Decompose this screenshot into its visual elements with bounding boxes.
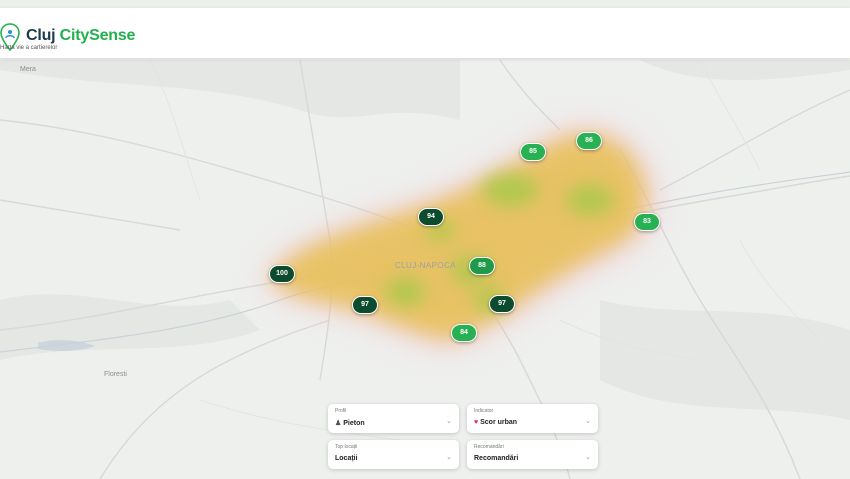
place-label-floresti: Floresti bbox=[104, 371, 127, 378]
chevron-down-icon: ⌄ bbox=[585, 418, 591, 425]
score-marker[interactable]: 85 bbox=[520, 143, 546, 161]
score-marker[interactable]: 86 bbox=[576, 132, 602, 150]
top-locations-value: Locații bbox=[335, 455, 358, 462]
score-marker[interactable]: 100 bbox=[269, 265, 295, 283]
city-label: CLUJ-NAPOCA bbox=[395, 261, 456, 270]
score-marker[interactable]: 97 bbox=[489, 295, 515, 313]
recommendations-value: Recomandări bbox=[474, 455, 519, 462]
brand-citysense: CitySense bbox=[59, 27, 136, 44]
recommendations-label: Recomandări bbox=[474, 444, 504, 450]
top-locations-select[interactable]: Top locații Locații ⌄ bbox=[328, 440, 459, 469]
pedestrian-icon: ♟ bbox=[335, 420, 342, 427]
brand-cluj: Cluj bbox=[26, 27, 56, 44]
indicator-value: ♥ Scor urban bbox=[474, 419, 518, 426]
chevron-down-icon: ⌄ bbox=[585, 454, 591, 461]
score-marker[interactable]: 84 bbox=[451, 324, 477, 342]
indicator-select[interactable]: Indicator ♥ Scor urban ⌄ bbox=[467, 404, 598, 433]
score-marker[interactable]: 97 bbox=[352, 296, 378, 314]
app-header: Cluj CitySense bbox=[0, 8, 850, 58]
place-label-mera: Mera bbox=[20, 66, 36, 73]
chevron-down-icon: ⌄ bbox=[446, 418, 452, 425]
indicator-label: Indicator bbox=[474, 408, 494, 414]
profile-label: Profil bbox=[335, 408, 347, 414]
recommendations-select[interactable]: Recomandări Recomandări ⌄ bbox=[467, 440, 598, 469]
profile-value: ♟ Pieton bbox=[335, 420, 365, 427]
chevron-down-icon: ⌄ bbox=[446, 454, 452, 461]
score-marker[interactable]: 88 bbox=[469, 257, 495, 275]
app-tagline: Harta vie a cartierelor bbox=[0, 45, 58, 51]
score-marker[interactable]: 83 bbox=[634, 213, 660, 231]
score-marker[interactable]: 94 bbox=[418, 208, 444, 226]
heart-icon: ♥ bbox=[474, 419, 479, 426]
brand-title: Cluj CitySense bbox=[26, 27, 135, 45]
profile-select[interactable]: Profil ♟ Pieton ⌄ bbox=[328, 404, 459, 433]
top-locations-label: Top locații bbox=[335, 444, 358, 450]
